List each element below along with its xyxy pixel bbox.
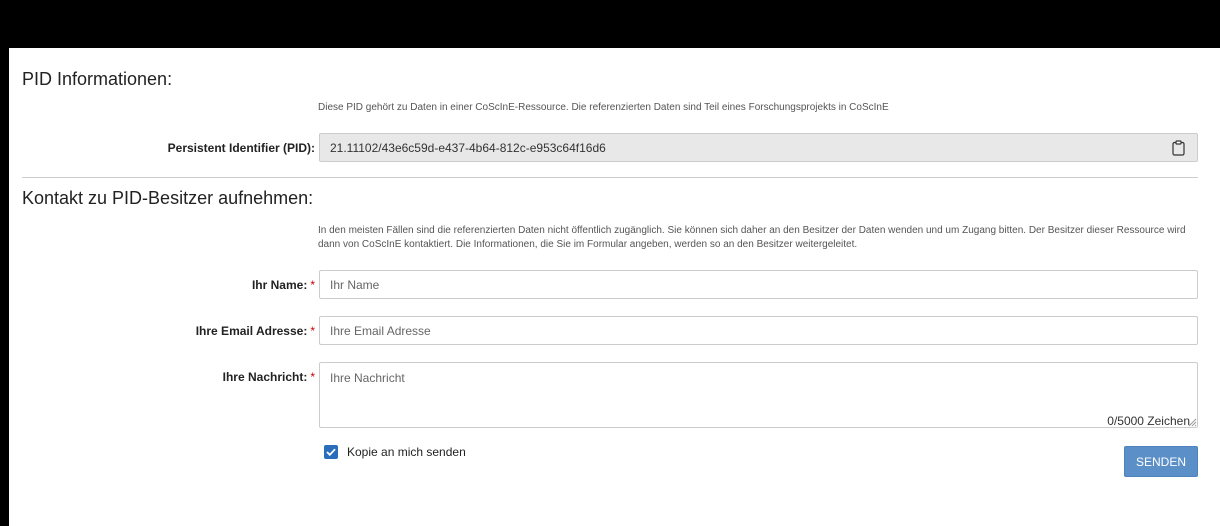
copy-pid-button[interactable] [1159,133,1198,162]
contact-section-title: Kontakt zu PID-Besitzer aufnehmen: [22,188,314,208]
copy-to-me-label: Kopie an mich senden [347,445,466,459]
name-input[interactable] [319,270,1198,299]
pid-label: Persistent Identifier (PID): [167,141,315,155]
message-label: Ihre Nachricht: * [223,370,315,384]
clipboard-icon [1172,139,1185,156]
message-textarea[interactable] [319,362,1198,428]
name-label-text: Ihr Name: [251,278,308,292]
email-label-text: Ihre Email Adresse: [195,324,308,338]
message-label-text: Ihre Nachricht: [222,370,308,384]
pid-section-title: PID Informationen: [22,69,173,89]
send-button[interactable]: SENDEN [1124,446,1198,477]
email-input[interactable] [319,316,1198,345]
copy-to-me-option[interactable]: Kopie an mich senden [324,445,466,459]
copy-to-me-checkbox[interactable] [324,445,338,459]
required-mark: * [310,324,315,338]
check-icon [326,448,336,456]
pid-page: PID Informationen: Diese PID gehört zu D… [9,48,1220,526]
pid-value: 21.11102/43e6c59d-e437-4b64-812c-e953c64… [330,141,606,155]
pid-help-text: Diese PID gehört zu Daten in einer CoScI… [318,102,889,113]
pid-value-field[interactable]: 21.11102/43e6c59d-e437-4b64-812c-e953c64… [319,133,1198,162]
required-mark: * [310,370,315,384]
resize-grip-icon[interactable] [1187,417,1197,427]
required-mark: * [310,278,315,292]
character-counter: 0/5000 Zeichen [1107,414,1190,428]
email-label: Ihre Email Adresse: * [196,324,315,338]
contact-help-text: In den meisten Fällen sind die referenzi… [318,225,1186,250]
section-divider [22,177,1198,178]
name-label: Ihr Name: * [252,278,315,292]
